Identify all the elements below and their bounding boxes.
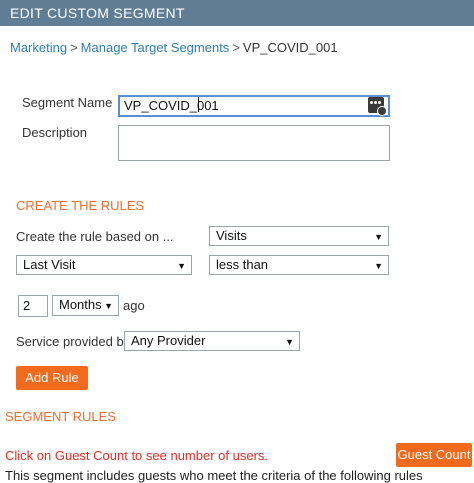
rule-based-on-value: Visits (216, 228, 247, 243)
segment-name-value: VP_COVID_001 (124, 98, 219, 113)
rule-field-select[interactable]: Last Visit ▼ (16, 255, 192, 275)
text-caret (198, 97, 199, 112)
breadcrumb-marketing[interactable]: Marketing (10, 40, 67, 55)
create-rules-heading: CREATE THE RULES (16, 198, 145, 213)
chevron-down-icon: ▼ (285, 337, 294, 347)
description-field[interactable] (118, 125, 390, 161)
service-provided-label: Service provided by (16, 334, 131, 349)
page-header: EDIT CUSTOM SEGMENT (0, 0, 474, 26)
rule-unit-select[interactable]: Months ▼ (52, 295, 119, 316)
chevron-down-icon: ▼ (374, 261, 383, 271)
chevron-down-icon: ▼ (374, 232, 383, 242)
breadcrumb-separator: > (70, 40, 78, 55)
chevron-down-icon: ▼ (177, 261, 186, 271)
criteria-note: This segment includes guests who meet th… (5, 468, 423, 483)
rule-unit-suffix: ago (123, 298, 145, 313)
breadcrumb-manage-target-segments[interactable]: Manage Target Segments (81, 40, 230, 55)
segment-name-label: Segment Name (22, 95, 113, 110)
service-provider-select[interactable]: Any Provider ▼ (124, 331, 300, 351)
service-provider-value: Any Provider (131, 333, 206, 348)
breadcrumb: Marketing > Manage Target Segments > VP_COVI… (10, 40, 338, 55)
breadcrumb-separator: > (232, 40, 240, 55)
rule-field-value: Last Visit (23, 257, 76, 272)
rule-unit-value: Months (59, 297, 102, 312)
rule-based-on-select[interactable]: Visits ▼ (209, 226, 389, 246)
chevron-down-icon: ▼ (104, 301, 113, 311)
rule-amount-input[interactable]: 2 (18, 295, 48, 317)
breadcrumb-current: VP_COVID_001 (242, 40, 338, 55)
segment-rules-heading: SEGMENT RULES (5, 409, 117, 424)
rule-operator-value: less than (216, 257, 269, 272)
guest-count-note: Click on Guest Count to see number of us… (5, 448, 269, 463)
add-rule-button[interactable]: Add Rule (16, 366, 88, 390)
rule-operator-select[interactable]: less than ▼ (209, 255, 389, 275)
rule-based-on-label: Create the rule based on ... (16, 229, 174, 244)
page-title: EDIT CUSTOM SEGMENT (10, 5, 185, 21)
description-label: Description (22, 125, 88, 140)
guest-count-button[interactable]: Guest Count (396, 443, 472, 467)
lastpass-icon[interactable] (368, 97, 387, 116)
